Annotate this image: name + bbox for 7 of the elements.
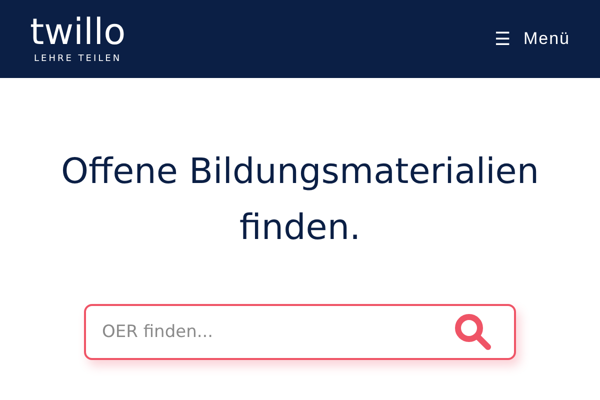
search-field[interactable]: OER finden...: [84, 304, 516, 360]
headline: Offene Bildungsmaterialien finden.: [60, 151, 540, 250]
logo-tagline: LEHRE TEILEN: [34, 54, 122, 64]
menu-icon: ☰: [494, 28, 512, 50]
logo[interactable]: twillo: [30, 14, 126, 52]
menu-button[interactable]: ☰ Menü: [494, 28, 570, 50]
search-icon[interactable]: [454, 313, 492, 351]
